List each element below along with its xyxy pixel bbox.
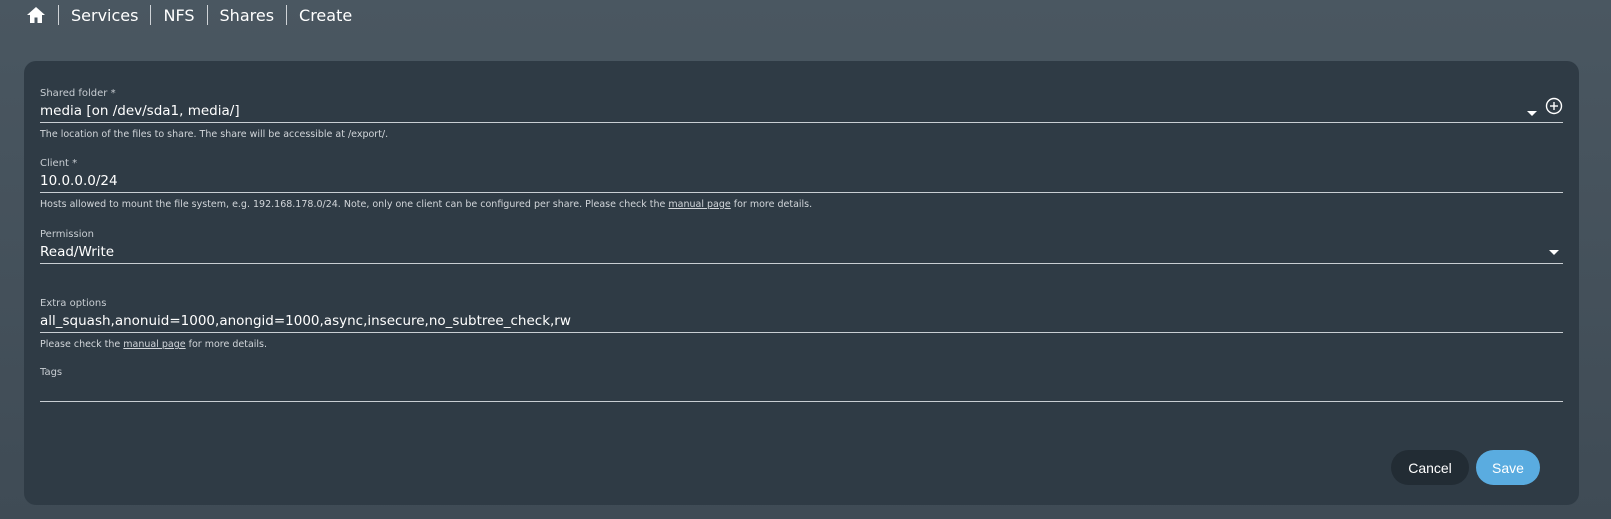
shared-folder-value: media [on /dev/sda1, media/] — [40, 103, 240, 119]
extra-options-value: all_squash,anonuid=1000,anongid=1000,asy… — [40, 313, 571, 329]
extra-options-input[interactable]: all_squash,anonuid=1000,anongid=1000,asy… — [40, 310, 1563, 333]
breadcrumb-separator — [206, 5, 208, 25]
extra-options-hint-text: Please check the — [40, 339, 124, 350]
client-field: Client * 10.0.0.0/24 Hosts allowed to mo… — [40, 158, 1563, 211]
save-button[interactable]: Save — [1476, 450, 1540, 485]
client-hint: Hosts allowed to mount the file system, … — [40, 199, 1563, 211]
client-hint-suffix: for more details. — [730, 199, 813, 210]
breadcrumb-separator — [58, 5, 59, 25]
breadcrumb-nfs[interactable]: NFS — [163, 6, 194, 25]
breadcrumb-services[interactable]: Services — [71, 6, 138, 25]
chevron-down-icon[interactable] — [1549, 250, 1559, 255]
client-input[interactable]: 10.0.0.0/24 — [40, 170, 1563, 193]
breadcrumb: Services NFS Shares Create — [24, 0, 364, 30]
breadcrumb-shares[interactable]: Shares — [220, 6, 275, 25]
extra-options-field: Extra options all_squash,anonuid=1000,an… — [40, 298, 1563, 351]
chevron-down-icon[interactable] — [1527, 111, 1537, 116]
client-label: Client * — [40, 158, 78, 169]
breadcrumb-separator — [150, 5, 152, 25]
tags-field: Tags — [40, 367, 1563, 402]
cancel-button[interactable]: Cancel — [1391, 450, 1469, 485]
add-circle-icon[interactable] — [1545, 97, 1563, 115]
shared-folder-select[interactable]: media [on /dev/sda1, media/] — [40, 97, 1563, 123]
client-manual-page-link[interactable]: manual page — [668, 199, 730, 210]
client-value: 10.0.0.0/24 — [40, 173, 118, 189]
shared-folder-field: Shared folder * media [on /dev/sda1, med… — [40, 88, 1563, 141]
extra-options-label: Extra options — [40, 298, 107, 309]
permission-field: Permission Read/Write — [40, 229, 1563, 264]
tags-label: Tags — [40, 367, 63, 378]
permission-value: Read/Write — [40, 244, 115, 260]
breadcrumb-separator — [286, 5, 288, 25]
extra-options-manual-page-link[interactable]: manual page — [123, 339, 185, 350]
client-hint-text: Hosts allowed to mount the file system, … — [40, 199, 669, 210]
breadcrumb-create: Create — [299, 5, 353, 25]
permission-label: Permission — [40, 229, 94, 240]
shared-folder-label: Shared folder * — [40, 88, 116, 99]
home-icon[interactable] — [24, 3, 48, 27]
tags-input[interactable] — [40, 379, 1563, 402]
extra-options-hint: Please check the manual page for more de… — [40, 339, 1563, 351]
extra-options-hint-suffix: for more details. — [185, 339, 268, 350]
shared-folder-hint: The location of the files to share. The … — [40, 129, 389, 140]
share-form-card: Shared folder * media [on /dev/sda1, med… — [24, 61, 1579, 505]
permission-select[interactable]: Read/Write — [40, 241, 1563, 264]
